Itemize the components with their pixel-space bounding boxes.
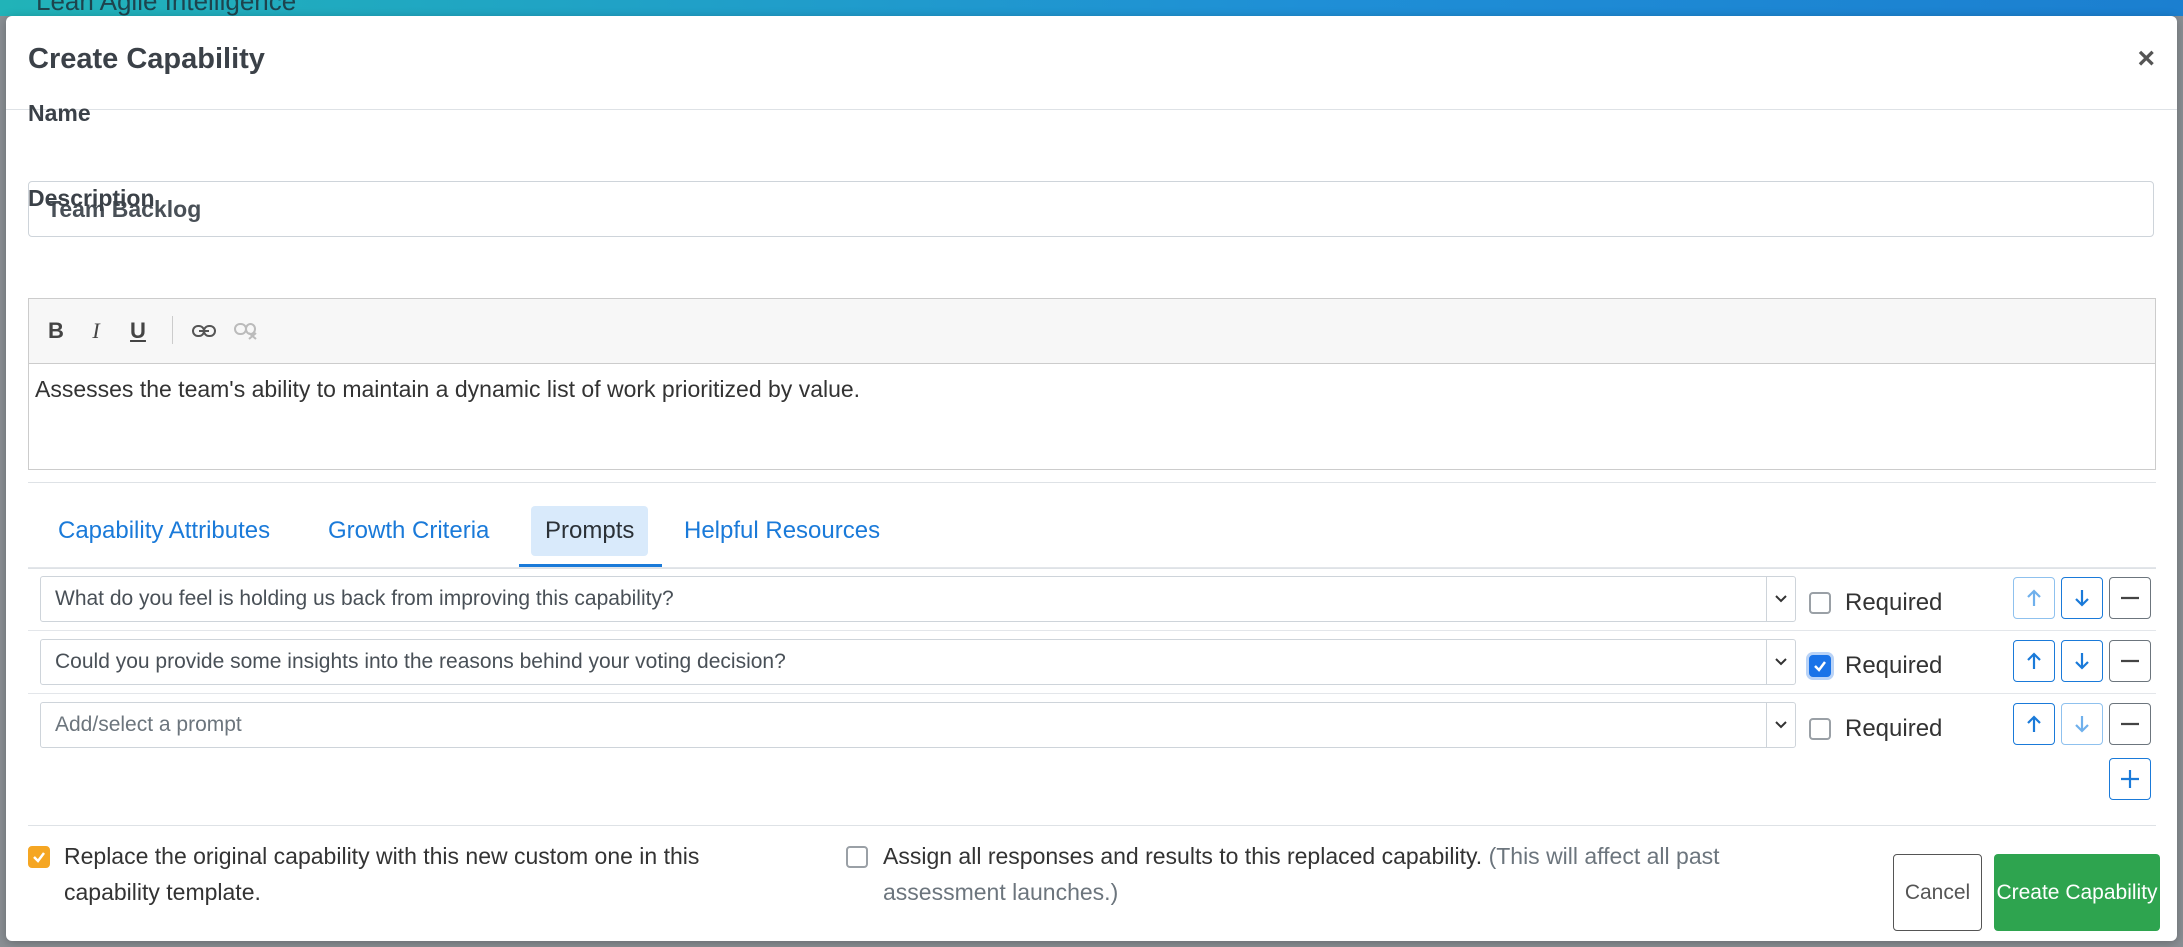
minus-icon — [2121, 596, 2139, 600]
prompt-select[interactable]: Could you provide some insights into the… — [40, 639, 1796, 685]
prompt-row: Could you provide some insights into the… — [28, 630, 2156, 693]
required-checkbox[interactable] — [1809, 655, 1831, 677]
name-input[interactable]: Team Backlog — [28, 181, 2154, 237]
prompt-text: Could you provide some insights into the… — [55, 650, 786, 673]
minus-icon — [2121, 722, 2139, 726]
check-icon — [33, 852, 45, 863]
required-checkbox[interactable] — [1809, 718, 1831, 740]
backdrop-header: Lean Agile Intelligence — [0, 0, 2183, 16]
required-label: Required — [1845, 589, 1943, 616]
bold-button[interactable]: B — [39, 315, 73, 347]
tab-capability-attributes[interactable]: Capability Attributes — [44, 506, 284, 556]
create-capability-modal: Create Capability × Name Team Backlog De… — [6, 16, 2177, 941]
check-icon — [1814, 661, 1826, 672]
replace-capability-label: Replace the original capability with thi… — [64, 843, 700, 905]
prompt-row: Add/select a prompt Required — [28, 693, 2156, 756]
create-capability-button[interactable]: Create Capability — [1994, 854, 2160, 931]
minus-icon — [2121, 659, 2139, 663]
prompt-select[interactable]: What do you feel is holding us back from… — [40, 576, 1796, 622]
move-up-button[interactable] — [2013, 577, 2055, 619]
modal-title: Create Capability — [28, 43, 265, 75]
chevron-down-icon[interactable] — [1766, 577, 1795, 621]
arrow-down-icon — [2075, 653, 2089, 670]
modal-header: Create Capability × — [6, 16, 2177, 110]
prompt-text: What do you feel is holding us back from… — [55, 587, 674, 610]
move-down-button[interactable] — [2061, 703, 2103, 745]
required-label: Required — [1845, 715, 1943, 742]
tab-prompts[interactable]: Prompts — [531, 506, 649, 556]
required-checkbox[interactable] — [1809, 592, 1831, 614]
prompt-row: What do you feel is holding us back from… — [28, 567, 2156, 630]
underline-button[interactable]: U — [121, 315, 155, 347]
remove-button[interactable] — [2109, 577, 2151, 619]
tab-growth-criteria[interactable]: Growth Criteria — [314, 506, 503, 556]
remove-button[interactable] — [2109, 640, 2151, 682]
replace-capability-checkbox[interactable] — [28, 846, 50, 868]
unlink-icon[interactable] — [229, 315, 263, 347]
tab-helpful-resources[interactable]: Helpful Resources — [670, 506, 894, 556]
close-icon[interactable]: × — [2137, 44, 2155, 74]
move-up-button[interactable] — [2013, 703, 2055, 745]
description-text[interactable]: Assesses the team's ability to maintain … — [29, 364, 2155, 415]
arrow-down-icon — [2075, 590, 2089, 607]
arrow-up-icon — [2027, 715, 2041, 732]
italic-button[interactable]: I — [79, 315, 113, 347]
link-icon[interactable] — [187, 315, 221, 347]
move-up-button[interactable] — [2013, 640, 2055, 682]
move-down-button[interactable] — [2061, 640, 2103, 682]
description-editor: B I U Assesses the team's ability to mai… — [28, 298, 2156, 470]
prompt-placeholder: Add/select a prompt — [55, 713, 242, 736]
cancel-button[interactable]: Cancel — [1893, 854, 1982, 931]
arrow-up-icon — [2027, 589, 2041, 606]
chevron-down-icon[interactable] — [1766, 703, 1795, 747]
assign-responses-text: Assign all responses and results to this… — [883, 843, 1483, 869]
assign-responses-label: Assign all responses and results to this… — [883, 838, 1833, 910]
tab-bar: Capability Attributes Growth Criteria Pr… — [28, 492, 2156, 568]
editor-toolbar: B I U — [29, 299, 2155, 364]
arrow-up-icon — [2027, 652, 2041, 669]
footer-divider — [28, 825, 2156, 826]
move-down-button[interactable] — [2061, 577, 2103, 619]
required-label: Required — [1845, 652, 1943, 679]
assign-responses-checkbox[interactable] — [846, 846, 868, 868]
arrow-down-icon — [2075, 716, 2089, 733]
remove-button[interactable] — [2109, 703, 2151, 745]
chevron-down-icon[interactable] — [1766, 640, 1795, 684]
description-label: Description — [28, 185, 155, 211]
plus-icon — [2121, 770, 2139, 788]
backdrop-title: Lean Agile Intelligence — [36, 0, 297, 16]
toolbar-separator — [172, 316, 173, 344]
prompt-select[interactable]: Add/select a prompt — [40, 702, 1796, 748]
section-divider — [28, 482, 2156, 483]
add-prompt-button[interactable] — [2109, 758, 2151, 800]
name-label: Name — [28, 100, 91, 126]
